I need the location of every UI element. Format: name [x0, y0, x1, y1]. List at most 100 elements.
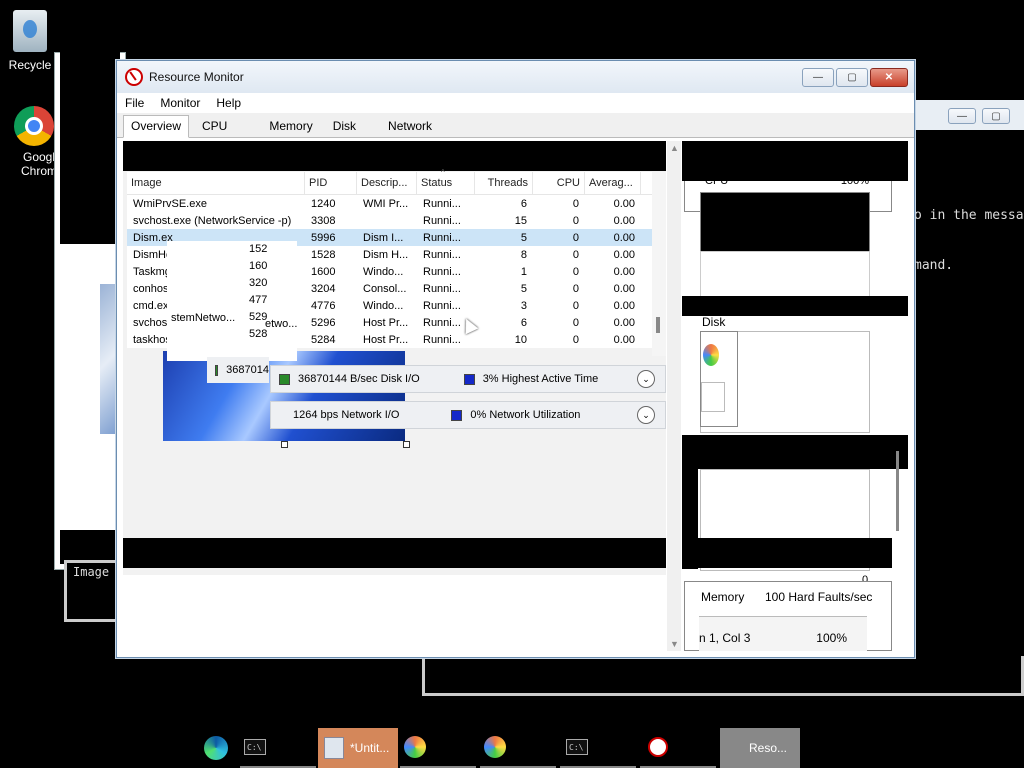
network-util-legend-icon — [451, 409, 463, 421]
notepad-zoom: 100% — [816, 631, 847, 645]
col-average[interactable]: Averag... — [585, 172, 641, 194]
table-row[interactable]: WmiPrvSE.exe 1240 WMI Pr... Runni... 6 0 0.00 — [127, 195, 663, 212]
network-section-header[interactable]: 1264 bps Network I/O 0% Network Utilizat… — [270, 401, 666, 429]
table-scrollbar-thumb[interactable] — [656, 317, 660, 333]
table-header: Image PID Descrip... Status Threads CPU … — [127, 172, 663, 195]
overview-scrollbar[interactable]: ▲ ▼ — [667, 141, 681, 651]
cell-cpu: 0 — [572, 282, 579, 295]
tab-memory[interactable]: Memory — [262, 116, 319, 137]
rendering-artifact-bottom — [123, 538, 666, 568]
ghost-disk-bar: 3687014 — [207, 357, 269, 383]
chrome-icon — [14, 106, 54, 146]
notepad-status-artifact: n 1, Col 3 100% — [699, 616, 867, 651]
window-title: Resource Monitor — [149, 70, 244, 84]
cell-pid: 3308 — [311, 214, 336, 227]
window-titlebar[interactable]: Resource Monitor — ▢ ✕ — [117, 61, 914, 93]
scroll-down-icon[interactable]: ▼ — [670, 639, 679, 649]
cell-cpu: 0 — [572, 316, 579, 329]
taskbar-edge[interactable] — [196, 728, 236, 768]
cell-pid: 5296 — [311, 316, 336, 329]
col-status[interactable]: Status — [417, 172, 475, 194]
cell-threads: 1 — [520, 265, 527, 278]
terminal-minimize-button[interactable]: — — [948, 108, 976, 124]
paint-icon — [484, 736, 506, 758]
tab-network[interactable]: Network — [381, 116, 439, 137]
menu-monitor[interactable]: Monitor — [160, 96, 200, 110]
cell-threads: 5 — [520, 282, 527, 295]
selection-handle[interactable] — [403, 441, 410, 448]
right-pane-scrollbar[interactable] — [896, 451, 899, 531]
cell-threads: 3 — [520, 299, 527, 312]
col-pid[interactable]: PID — [305, 172, 357, 194]
network-util-value: 0% Network Utilization — [470, 409, 581, 421]
taskbar-notepad[interactable]: *Untit... — [318, 728, 398, 768]
right-artifact-bottom — [682, 538, 892, 568]
cell-pid: 5284 — [311, 333, 336, 346]
cell-status: Runni... — [423, 231, 461, 244]
overlay-pid-2: 160 — [249, 260, 268, 272]
network-io-value: 1264 bps Network I/O — [293, 409, 400, 421]
cell-cpu: 0 — [572, 197, 579, 210]
memory-graph-box: Memory 100 Hard Faults/sec n 1, Col 3 10… — [684, 581, 892, 651]
cell-pid: 5996 — [311, 231, 336, 244]
notepad-icon — [324, 737, 344, 759]
selection-handle[interactable] — [281, 441, 288, 448]
cell-average: 0.00 — [613, 299, 635, 312]
taskbar-resource-monitor-small[interactable] — [640, 728, 716, 768]
background-window-bottom-black — [60, 530, 120, 564]
tab-cpu[interactable]: CPU — [195, 116, 234, 137]
cell-average: 0.00 — [613, 316, 635, 329]
col-cpu[interactable]: CPU — [533, 172, 585, 194]
chevron-down-icon[interactable]: ⌄ — [637, 370, 655, 388]
cell-average: 0.00 — [613, 231, 635, 244]
table-row[interactable]: svchost.exe (NetworkService -p) 3308 Runni… — [127, 212, 663, 229]
terminal-titlebar: — ▢ — [914, 100, 1024, 130]
cell-description: Windo... — [363, 265, 404, 278]
taskbar-paint-1[interactable] — [400, 728, 476, 768]
col-description[interactable]: Descrip... — [357, 172, 417, 194]
cell-threads: 5 — [520, 231, 527, 244]
ghost-disk-text: 3687014 — [226, 364, 269, 376]
close-button[interactable]: ✕ — [870, 68, 908, 87]
cpu-graph-value: 100% — [840, 175, 869, 187]
resource-monitor-icon — [125, 68, 143, 86]
taskbar-cmd-2[interactable]: C:\ — [560, 728, 636, 768]
right-artifact-mid — [682, 296, 908, 316]
background-window-left-black — [60, 52, 120, 244]
cell-description: Dism I... — [363, 231, 404, 244]
menu-help[interactable]: Help — [216, 96, 241, 110]
cell-threads: 6 — [520, 197, 527, 210]
disk-active-value: 3% Highest Active Time — [482, 373, 599, 385]
col-image[interactable]: Image — [127, 172, 305, 194]
scroll-up-icon[interactable]: ▲ — [670, 143, 679, 153]
cell-status: Runni... — [423, 197, 461, 210]
chevron-down-icon[interactable]: ⌄ — [637, 406, 655, 424]
tab-bar: Overview CPU Memory Disk Network — [117, 113, 914, 138]
col-threads[interactable]: Threads — [475, 172, 533, 194]
tab-disk[interactable]: Disk — [326, 116, 363, 137]
cell-pid: 1528 — [311, 248, 336, 261]
paint-icon-artifact — [700, 331, 738, 427]
cell-cpu: 0 — [572, 333, 579, 346]
cell-pid: 1600 — [311, 265, 336, 278]
cell-description: Consol... — [363, 282, 407, 295]
maximize-button[interactable]: ▢ — [836, 68, 868, 87]
cell-pid: 3204 — [311, 282, 336, 295]
cell-status: Runni... — [423, 299, 461, 312]
cell-status: Runni... — [423, 265, 461, 278]
terminal-maximize-button[interactable]: ▢ — [982, 108, 1010, 124]
taskbar-paint-2[interactable] — [480, 728, 556, 768]
disk-io-legend-icon — [279, 373, 290, 385]
cmd-icon: C:\ — [566, 739, 588, 755]
disk-section-header[interactable]: 36870144 B/sec Disk I/O 3% Highest Activ… — [270, 365, 666, 393]
cell-average: 0.00 — [613, 214, 635, 227]
tab-overview[interactable]: Overview — [123, 115, 190, 138]
resource-monitor-icon — [648, 737, 668, 757]
overlay-text-2: etwo... — [265, 318, 298, 330]
taskbar-resource-monitor[interactable]: Reso... — [720, 728, 800, 768]
table-scrollbar[interactable] — [652, 172, 666, 356]
taskbar-cmd-1[interactable]: C:\ — [240, 728, 316, 768]
cell-average: 0.00 — [613, 282, 635, 295]
menu-file[interactable]: File — [125, 96, 144, 110]
minimize-button[interactable]: — — [802, 68, 834, 87]
